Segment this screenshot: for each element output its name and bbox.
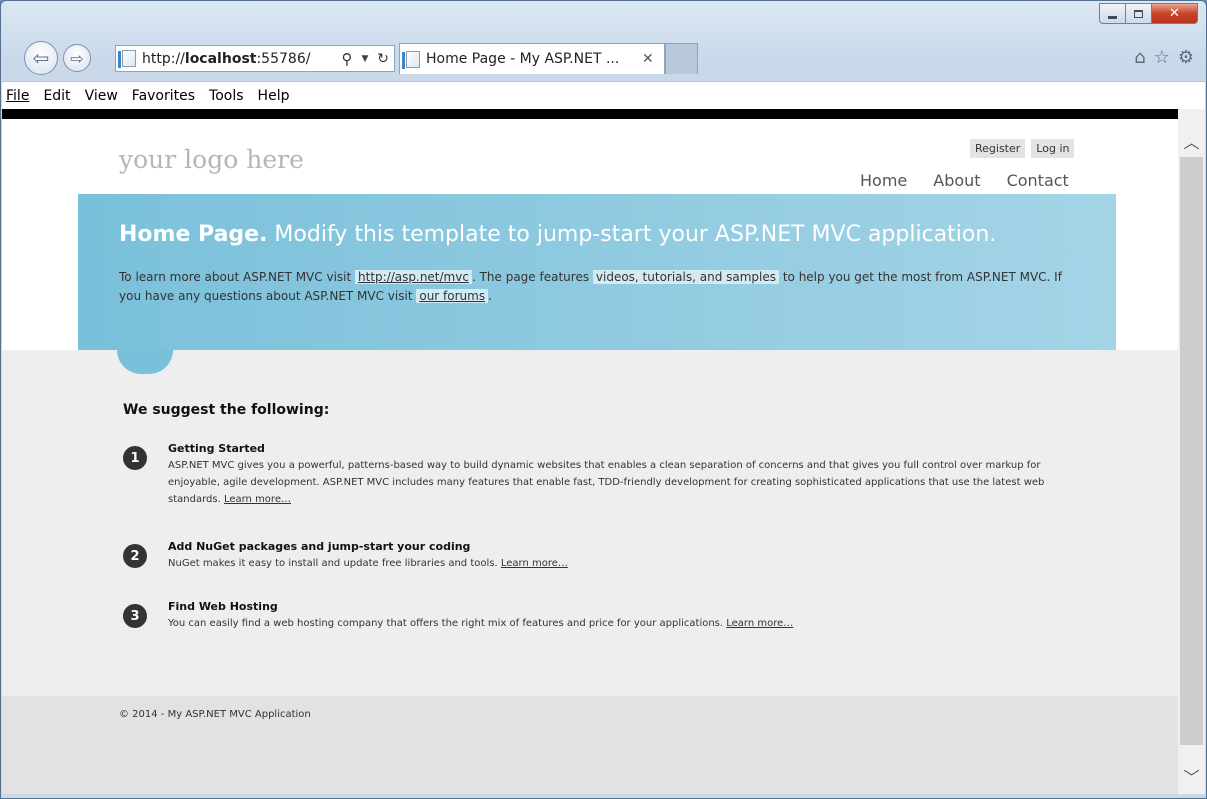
forward-arrow-icon: ⇨: [70, 48, 84, 68]
url-scheme: http://: [142, 50, 185, 67]
step-description: ASP.NET MVC gives you a powerful, patter…: [168, 460, 1045, 505]
tab-home-page[interactable]: Home Page - My ASP.NET ... ✕: [399, 43, 665, 74]
step-description: You can easily find a web hosting compan…: [168, 618, 727, 629]
window-controls: ✕: [1099, 3, 1198, 24]
page-top-border: [2, 109, 1178, 119]
step-number: 2: [123, 544, 147, 568]
browser-toolbar-icons: ⌂ ☆ ⚙: [1134, 47, 1194, 68]
close-icon: ✕: [1169, 6, 1180, 21]
browser-window: ✕ ⇦ ⇨ http://localhost:55786/ ⚲ ▼ ↻ Home…: [0, 0, 1207, 799]
step-title: Getting Started: [168, 442, 265, 455]
step-body: Getting Started ASP.NET MVC gives you a …: [168, 442, 1083, 508]
forums-link[interactable]: our forums: [416, 289, 489, 303]
settings-gear-icon[interactable]: ⚙: [1178, 47, 1194, 68]
dropdown-icon[interactable]: ▼: [358, 54, 372, 64]
minimize-button[interactable]: [1099, 3, 1126, 24]
login-links: Register Log in: [970, 139, 1075, 158]
menu-tools[interactable]: Tools: [202, 88, 251, 104]
nav-home[interactable]: Home: [860, 171, 907, 190]
tab-title: Home Page - My ASP.NET ...: [426, 51, 620, 67]
featured-banner: Home Page. Modify this template to jump-…: [78, 194, 1116, 350]
step-text: You can easily find a web hosting compan…: [168, 615, 1083, 632]
hero-text-part: .: [488, 289, 492, 303]
menu-favorites[interactable]: Favorites: [125, 88, 202, 104]
list-item: 1 Getting Started ASP.NET MVC gives you …: [123, 442, 1083, 508]
menu-file-label: File: [6, 87, 30, 104]
tab-close-icon[interactable]: ✕: [642, 51, 664, 67]
menu-edit[interactable]: Edit: [36, 88, 77, 104]
close-window-button[interactable]: ✕: [1152, 3, 1198, 24]
step-title: Add NuGet packages and jump-start your c…: [168, 540, 471, 553]
step-number: 3: [123, 604, 147, 628]
hero-title: Home Page. Modify this template to jump-…: [119, 222, 996, 247]
scroll-down-icon[interactable]: ﹀: [1178, 764, 1205, 788]
asp-net-mvc-link[interactable]: http://asp.net/mvc: [355, 270, 472, 284]
suggest-heading: We suggest the following:: [123, 402, 330, 418]
register-link[interactable]: Register: [970, 139, 1026, 158]
scrollbar-thumb[interactable]: [1180, 157, 1203, 745]
login-link[interactable]: Log in: [1031, 139, 1075, 158]
search-icon[interactable]: ⚲: [336, 50, 358, 68]
scroll-up-icon[interactable]: ︿: [1178, 129, 1205, 153]
hero-text-part: . The page features: [471, 270, 593, 284]
list-item: 2 Add NuGet packages and jump-start your…: [123, 540, 1083, 572]
hero-title-bold: Home Page.: [119, 222, 268, 247]
step-body: Find Web Hosting You can easily find a w…: [168, 600, 1083, 632]
tab-page-icon: [402, 50, 420, 69]
step-text: NuGet makes it easy to install and updat…: [168, 555, 1083, 572]
site-logo[interactable]: your logo here: [119, 145, 304, 174]
navigation-row: ⇦ ⇨ http://localhost:55786/ ⚲ ▼ ↻ Home P…: [1, 41, 1206, 79]
vertical-scrollbar[interactable]: ︿ ﹀: [1178, 109, 1205, 794]
favorites-star-icon[interactable]: ☆: [1154, 47, 1170, 68]
site-nav: Home About Contact: [860, 171, 1069, 190]
url-port: :55786/: [256, 50, 311, 67]
learn-more-link[interactable]: Learn more…: [501, 558, 568, 569]
menu-file[interactable]: File: [2, 88, 36, 104]
nav-about[interactable]: About: [933, 171, 980, 190]
home-icon[interactable]: ⌂: [1134, 47, 1145, 68]
back-button[interactable]: ⇦: [24, 41, 58, 75]
new-tab-button[interactable]: [665, 43, 698, 74]
address-url[interactable]: http://localhost:55786/: [142, 51, 336, 67]
maximize-icon: [1134, 9, 1143, 18]
step-number: 1: [123, 446, 147, 470]
forward-button[interactable]: ⇨: [63, 44, 91, 72]
page-viewport: your logo here Register Log in Home Abou…: [2, 119, 1178, 794]
learn-more-link[interactable]: Learn more…: [726, 618, 793, 629]
copyright-text: © 2014 - My ASP.NET MVC Application: [119, 709, 311, 720]
hero-title-rest: Modify this template to jump-start your …: [267, 222, 997, 247]
hero-text-part: To learn more about ASP.NET MVC visit: [119, 270, 356, 284]
refresh-icon[interactable]: ↻: [372, 51, 394, 67]
minimize-icon: [1108, 16, 1117, 19]
page-footer: © 2014 - My ASP.NET MVC Application: [2, 696, 1178, 794]
url-host: localhost: [184, 50, 257, 67]
step-text: ASP.NET MVC gives you a powerful, patter…: [168, 457, 1083, 508]
step-title: Find Web Hosting: [168, 600, 278, 613]
learn-more-link[interactable]: Learn more…: [224, 494, 291, 505]
back-arrow-icon: ⇦: [32, 46, 50, 70]
list-item: 3 Find Web Hosting You can easily find a…: [123, 600, 1083, 632]
window-bottom-border: [1, 794, 1206, 798]
hero-text: To learn more about ASP.NET MVC visit ht…: [119, 268, 1079, 306]
maximize-button[interactable]: [1126, 3, 1152, 24]
menu-view[interactable]: View: [78, 88, 125, 104]
address-bar[interactable]: http://localhost:55786/ ⚲ ▼ ↻: [115, 45, 395, 72]
videos-highlight-link[interactable]: videos, tutorials, and samples: [592, 270, 780, 284]
step-body: Add NuGet packages and jump-start your c…: [168, 540, 1083, 572]
step-description: NuGet makes it easy to install and updat…: [168, 558, 501, 569]
page-icon: [118, 50, 136, 68]
menu-help[interactable]: Help: [251, 88, 297, 104]
nav-contact[interactable]: Contact: [1007, 171, 1069, 190]
menu-bar: File Edit View Favorites Tools Help: [2, 81, 1205, 109]
